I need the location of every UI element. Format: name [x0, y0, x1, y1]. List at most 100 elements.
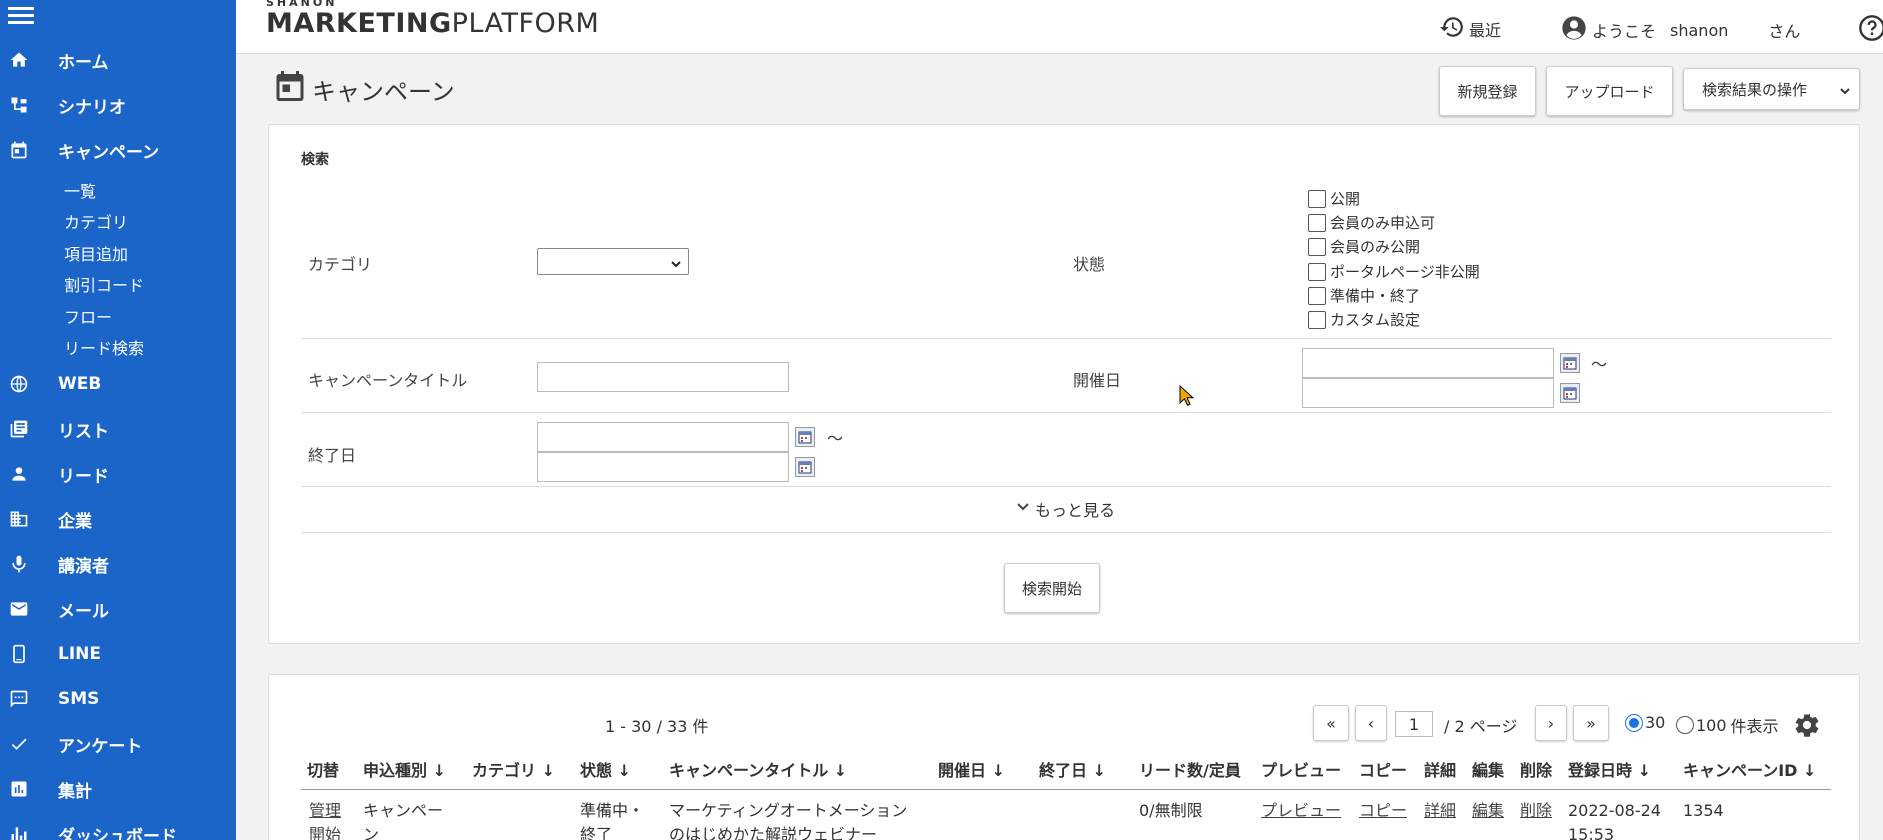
sidebar-item-web[interactable]: WEB [0, 362, 236, 406]
row-status-line1: 準備中・ [580, 801, 645, 820]
col-header-campaign-id[interactable]: キャンペーンID ↓ [1683, 757, 1816, 781]
sidebar-item-survey[interactable]: アンケート [0, 722, 236, 766]
sidebar-subitem-list[interactable]: 一覧 [64, 178, 96, 202]
row-delete-link[interactable]: 削除 [1520, 799, 1552, 823]
sidebar-item-scenario[interactable]: シナリオ [0, 83, 236, 127]
row-switch-link[interactable]: 管理 開始 [309, 799, 341, 840]
prev-page-button[interactable]: ‹ [1355, 705, 1387, 741]
calendar-icon [272, 68, 308, 110]
radio-selected[interactable] [1625, 713, 1643, 732]
checkbox[interactable] [1308, 213, 1326, 232]
range-tilde: ～ [827, 429, 844, 448]
search-heading: 検索 [301, 152, 329, 168]
sidebar-item-lead[interactable]: リード [0, 452, 236, 496]
status-checkbox-public[interactable]: 公開 [1308, 188, 1360, 209]
checkbox[interactable] [1308, 286, 1326, 305]
row-title-line1: マーケティングオートメーション [669, 801, 908, 820]
sidebar-subitem-flow[interactable]: フロー [64, 304, 112, 328]
event-date-from-input[interactable] [1302, 348, 1554, 378]
recent-button[interactable]: 最近 [1439, 14, 1501, 44]
account-icon [1560, 14, 1588, 46]
sidebar-item-sms[interactable]: SMS [0, 677, 236, 721]
sidebar-subitem-category[interactable]: カテゴリ [64, 209, 128, 233]
calendar-picker-icon[interactable] [795, 457, 815, 477]
col-header-registered[interactable]: 登録日時 ↓ [1568, 757, 1651, 781]
show-more-link[interactable]: もっと見る [1015, 497, 1115, 521]
per-page-100-option[interactable]: 100 件表示 [1676, 713, 1779, 737]
sidebar-subitem-lead-search[interactable]: リード検索 [64, 335, 144, 359]
mouse-cursor-icon [1179, 384, 1195, 411]
show-more-label: もっと見る [1035, 501, 1116, 520]
calendar-picker-icon[interactable] [795, 427, 815, 447]
sidebar-subitem-discount[interactable]: 割引コード [64, 272, 144, 296]
sidebar-item-dashboard[interactable]: ダッシュボード [0, 812, 236, 840]
sms-icon [8, 688, 30, 710]
per-page-30-option[interactable]: 30 [1625, 713, 1665, 732]
gear-icon[interactable] [1793, 711, 1821, 743]
status-checkbox-portal-private[interactable]: ポータルページ非公開 [1308, 261, 1480, 282]
row-switch-line1: 管理 [309, 801, 342, 820]
col-header-status[interactable]: 状態 ↓ [580, 757, 631, 781]
col-header-type[interactable]: 申込種別 ↓ [363, 757, 446, 781]
sidebar-item-report[interactable]: 集計 [0, 767, 236, 811]
event-date-to-input[interactable] [1302, 378, 1554, 408]
result-operations-select[interactable]: 検索結果の操作 [1683, 68, 1860, 110]
page-title: キャンペーン [272, 68, 455, 110]
calendar-picker-icon[interactable] [1560, 353, 1580, 373]
checkbox[interactable] [1308, 262, 1326, 281]
row-preview-link[interactable]: プレビュー [1261, 799, 1341, 823]
sidebar-item-list[interactable]: リスト [0, 407, 236, 451]
upload-button[interactable]: アップロード [1546, 66, 1673, 116]
end-date-to-input[interactable] [537, 452, 789, 482]
next-page-button[interactable]: › [1535, 705, 1567, 741]
first-page-button[interactable]: « [1313, 705, 1349, 741]
col-header-end-date[interactable]: 終了日 ↓ [1039, 757, 1106, 781]
sidebar-item-home[interactable]: ホーム [0, 38, 236, 82]
col-header-event-date[interactable]: 開催日 ↓ [938, 757, 1005, 781]
sidebar-subitem-add-field[interactable]: 項目追加 [64, 241, 128, 265]
col-header-category[interactable]: カテゴリ ↓ [472, 757, 555, 781]
sidebar-item-company[interactable]: 企業 [0, 497, 236, 541]
globe-icon [8, 373, 30, 395]
logo-marketing: MARKETING [266, 8, 452, 39]
end-date-from-input[interactable] [537, 422, 789, 452]
new-register-button[interactable]: 新規登録 [1439, 66, 1536, 116]
search-start-button[interactable]: 検索開始 [1004, 563, 1100, 613]
row-copy-link[interactable]: コピー [1359, 799, 1407, 823]
history-icon [1439, 14, 1465, 44]
row-detail-link[interactable]: 詳細 [1424, 799, 1456, 823]
sidebar: ホーム シナリオ キャンペーン 一覧 カテゴリ 項目追加 割引コード フロー リ… [0, 0, 236, 840]
radio[interactable] [1676, 716, 1694, 734]
page-number-input[interactable]: 1 [1395, 711, 1433, 737]
last-page-button[interactable]: » [1573, 705, 1609, 741]
logo[interactable]: MARKETINGPLATFORM [266, 8, 599, 39]
campaign-title-input[interactable] [537, 362, 789, 392]
checkbox[interactable] [1308, 189, 1326, 208]
col-header-copy: コピー [1359, 761, 1408, 780]
divider [301, 532, 1831, 533]
row-type-line1: キャンペー [363, 801, 444, 820]
recent-label: 最近 [1469, 21, 1502, 40]
sidebar-item-campaign[interactable]: キャンペーン [0, 128, 236, 172]
sidebar-item-label: ダッシュボード [58, 826, 177, 840]
sidebar-item-line[interactable]: LINE [0, 632, 236, 676]
col-header-detail: 詳細 [1424, 761, 1457, 780]
status-checkbox-custom[interactable]: カスタム設定 [1308, 309, 1420, 330]
menu-icon[interactable] [8, 4, 34, 26]
sidebar-item-label: 集計 [58, 781, 92, 802]
status-checkbox-members-apply[interactable]: 会員のみ申込可 [1308, 212, 1435, 233]
help-icon[interactable] [1858, 14, 1883, 46]
sidebar-item-speaker[interactable]: 講演者 [0, 542, 236, 586]
checkbox[interactable] [1308, 310, 1326, 329]
col-header-title[interactable]: キャンペーンタイトル ↓ [669, 757, 847, 781]
row-edit-link[interactable]: 編集 [1472, 799, 1504, 823]
category-select[interactable] [537, 248, 689, 275]
user-menu[interactable]: ようこそ shanon さん [1560, 14, 1800, 46]
status-checkbox-members-public[interactable]: 会員のみ公開 [1308, 236, 1420, 257]
row-status-line2: 終了 [580, 825, 613, 840]
checkbox[interactable] [1308, 237, 1326, 256]
status-checkbox-preparing[interactable]: 準備中・終了 [1308, 285, 1420, 306]
sidebar-item-mail[interactable]: メール [0, 587, 236, 631]
calendar-picker-icon[interactable] [1560, 383, 1580, 403]
chevron-down-icon [1015, 499, 1031, 519]
